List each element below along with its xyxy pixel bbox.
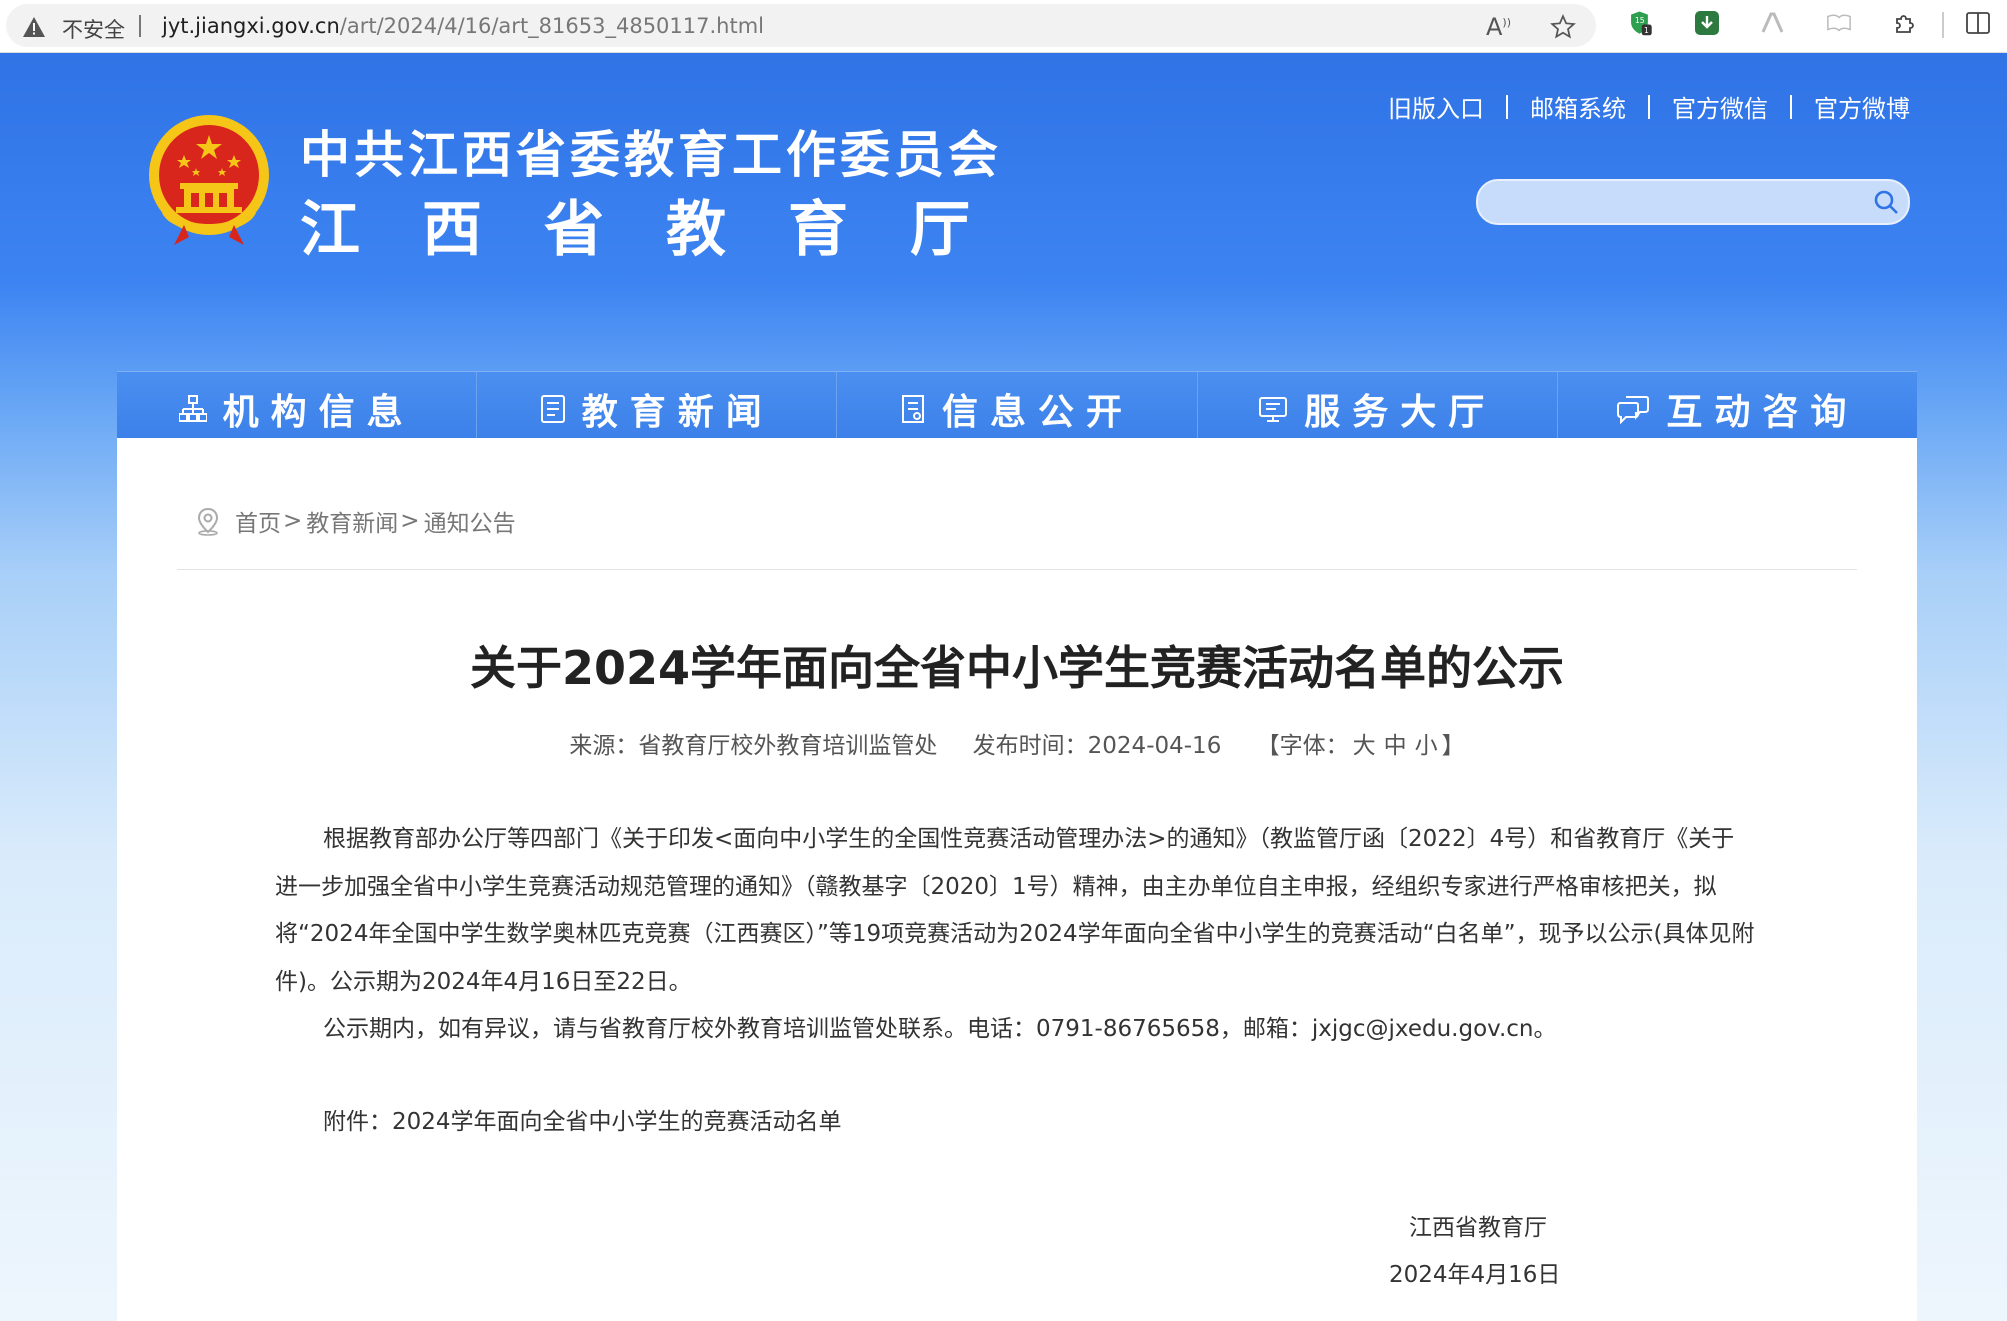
nav-item-education-news[interactable]: 教育新闻 <box>477 372 838 446</box>
breadcrumb-notices[interactable]: 通知公告 <box>424 504 516 538</box>
article-source: 来源：省教育厅校外教育培训监管处 <box>569 733 938 759</box>
insecure-label[interactable]: 不安全 <box>62 14 125 44</box>
font-size-medium[interactable]: 中 <box>1384 733 1407 759</box>
top-links: 旧版入口 邮箱系统 官方微信 官方微博 <box>1388 89 1910 124</box>
address-divider <box>139 15 141 37</box>
link-divider <box>1506 94 1508 119</box>
url-host: jyt.jiangxi.gov.cn <box>162 14 340 38</box>
attachment: 附件：2024学年面向全省中小学生的竞赛活动名单 <box>323 1102 842 1136</box>
nav-label: 机构信息 <box>222 392 415 433</box>
address-bar[interactable]: 不安全 jyt.jiangxi.gov.cn/art/2024/4/16/art… <box>6 4 1596 47</box>
main-nav: 机构信息 教育新闻 信息公开 服务大厅 互动咨询 <box>117 371 1917 446</box>
breadcrumb-education-news[interactable]: 教育新闻 <box>306 504 398 538</box>
article-container: 首页 > 教育新闻 > 通知公告 关于2024学年面向全省中小学生竞赛活动名单的… <box>117 438 1917 1321</box>
article-paragraph: 根据教育部办公厅等四部门《关于印发<面向中小学生的全国性竞赛活动管理办法>的通知… <box>275 826 1755 995</box>
signature-org: 江西省教育厅 <box>1409 1215 1547 1241</box>
breadcrumb-separator: > <box>400 508 420 534</box>
nav-label: 服务大厅 <box>1304 392 1497 433</box>
warning-icon[interactable] <box>22 16 46 38</box>
official-weibo-link[interactable]: 官方微博 <box>1814 89 1910 124</box>
official-wechat-link[interactable]: 官方微信 <box>1672 89 1768 124</box>
nav-label: 互动咨询 <box>1666 392 1859 433</box>
font-size-prefix: 【字体： <box>1256 733 1349 759</box>
national-emblem-icon <box>149 115 269 245</box>
monitor-icon <box>1259 397 1288 422</box>
document-list-icon <box>902 395 924 423</box>
link-divider <box>1648 94 1650 119</box>
extensions-puzzle-icon[interactable] <box>1892 10 1918 36</box>
article-meta: 来源：省教育厅校外教育培训监管处 发布时间：2024-04-16 【字体：大中小… <box>117 726 1917 760</box>
breadcrumb-home[interactable]: 首页 <box>235 504 281 538</box>
extension-shield-icon[interactable]: 15 1 <box>1628 10 1654 36</box>
font-size-large[interactable]: 大 <box>1353 733 1376 759</box>
site-title-line1: 中共江西省委教育工作委员会 <box>300 126 1002 184</box>
site-title-line2: 江西省教育厅 <box>300 195 1032 265</box>
nav-label: 教育新闻 <box>581 392 774 433</box>
nav-item-info-disclosure[interactable]: 信息公开 <box>837 372 1198 446</box>
breadcrumb-separator: > <box>283 508 303 534</box>
font-size-suffix: 】 <box>1441 733 1465 759</box>
breadcrumb-divider <box>177 569 1857 570</box>
toolbar-divider <box>1942 12 1944 38</box>
org-chart-icon <box>178 395 207 422</box>
site-search <box>1476 179 1910 225</box>
old-version-link[interactable]: 旧版入口 <box>1388 89 1484 124</box>
article-title: 关于2024学年面向全省中小学生竞赛活动名单的公示 <box>469 641 1565 695</box>
article-body: 根据教育部办公厅等四部门《关于印发<面向中小学生的全国性竞赛活动管理办法>的通知… <box>275 816 1755 1054</box>
attachment-label: 附件： <box>323 1109 392 1135</box>
font-size-small[interactable]: 小 <box>1415 733 1438 759</box>
article-paragraph: 公示期内，如有异议，请与省教育厅校外教育培训监管处联系。电话：0791-8676… <box>323 1016 1557 1042</box>
search-icon[interactable] <box>1872 188 1900 216</box>
article-publish-time: 发布时间：2024-04-16 <box>972 733 1222 759</box>
newspaper-icon <box>540 395 565 423</box>
nav-item-interactive-consult[interactable]: 互动咨询 <box>1558 372 1917 446</box>
nav-label: 信息公开 <box>942 392 1135 433</box>
location-pin-icon <box>197 507 219 536</box>
chat-bubble-icon <box>1617 396 1650 424</box>
url-text[interactable]: jyt.jiangxi.gov.cn/art/2024/4/16/art_816… <box>162 14 764 38</box>
font-size-control: 【字体：大中小】 <box>1257 733 1465 759</box>
extension-a-icon[interactable] <box>1760 10 1786 36</box>
link-divider <box>1790 94 1792 119</box>
mail-system-link[interactable]: 邮箱系统 <box>1530 89 1626 124</box>
url-path: /art/2024/4/16/art_81653_4850117.html <box>339 14 765 38</box>
reading-view-icon[interactable] <box>1826 10 1852 36</box>
nav-item-service-hall[interactable]: 服务大厅 <box>1198 372 1558 446</box>
read-aloud-icon[interactable]: A)) <box>1486 13 1511 41</box>
browser-toolbar: 不安全 jyt.jiangxi.gov.cn/art/2024/4/16/art… <box>0 0 2007 53</box>
attachment-link[interactable]: 2024学年面向全省中小学生的竞赛活动名单 <box>392 1109 842 1135</box>
nav-item-organization[interactable]: 机构信息 <box>117 372 478 446</box>
search-input[interactable] <box>1494 181 1858 221</box>
svg-text:15: 15 <box>1635 16 1645 25</box>
extension-badge: 1 <box>1644 26 1649 35</box>
split-screen-icon[interactable] <box>1965 10 1991 36</box>
signature-date: 2024年4月16日 <box>1389 1262 1561 1288</box>
breadcrumb: 首页 > 教育新闻 > 通知公告 <box>193 504 516 538</box>
favorite-star-icon[interactable] <box>1550 14 1576 40</box>
download-extension-icon[interactable] <box>1694 10 1720 36</box>
